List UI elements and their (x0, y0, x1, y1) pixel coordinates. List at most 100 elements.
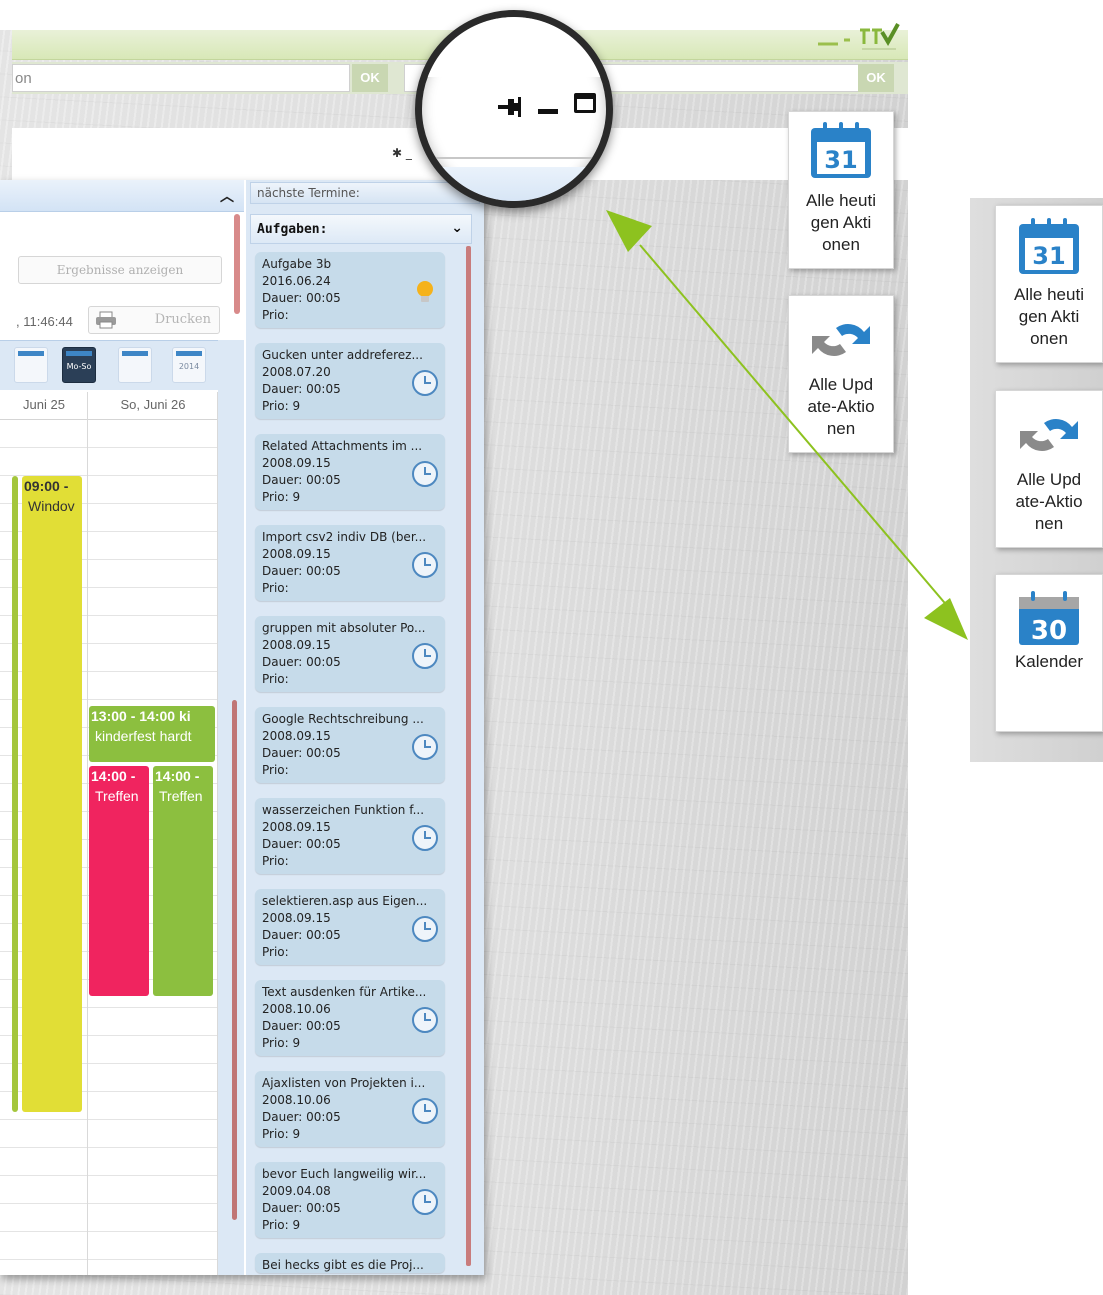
svg-text:30: 30 (1031, 616, 1067, 646)
task-title: selektieren.asp aus Eigen... (262, 894, 428, 908)
clock-icon (412, 916, 438, 942)
task-title: Ajaxlisten von Projekten i... (262, 1076, 426, 1090)
task-card[interactable]: gruppen mit absoluter Po... 2008.09.15 Dau… (255, 616, 445, 692)
clock-icon (412, 1098, 438, 1124)
task-card[interactable]: selektieren.asp aus Eigen... 2008.09.15 Da… (255, 889, 445, 965)
task-title: Bei hecks gibt es die Proj... (262, 1258, 424, 1272)
view-week-button[interactable]: Mo-So (62, 347, 96, 383)
calendar-scrollbar-track[interactable] (218, 340, 244, 1275)
view-year-button[interactable]: 2014 (172, 347, 206, 383)
tasks-header[interactable]: Aufgaben: ⌄ (250, 214, 472, 244)
tile-label: Alle heuti gen Akti onen (806, 191, 876, 254)
view-switcher: Mo-So 2014 (0, 340, 244, 390)
pin-icon[interactable] (498, 95, 522, 119)
task-title: Import csv2 indiv DB (ber... (262, 530, 427, 544)
tile-label: Alle heuti gen Akti onen (1014, 285, 1084, 348)
day-header-sat[interactable]: Juni 25 (0, 392, 88, 420)
logo-icon (818, 23, 900, 50)
task-prio: Prio: 9 (262, 1036, 301, 1050)
clock-icon (412, 734, 438, 760)
task-card[interactable]: bevor Euch langweilig wir... 2009.04.08 Da… (255, 1162, 445, 1238)
task-card[interactable]: Related Attachments im ... 2008.09.15 Daue… (255, 434, 445, 510)
task-prio: Prio: (262, 672, 289, 686)
tile-calendar[interactable]: 30 Kalender (995, 574, 1103, 732)
print-label: Drucken (154, 312, 211, 327)
view-day-button[interactable] (14, 347, 48, 383)
clock-icon (412, 1189, 438, 1215)
calendar-event[interactable]: 14:00 - Treffen (89, 766, 149, 996)
day-header-sun[interactable]: So, Juni 26 (88, 392, 218, 420)
clock-icon (412, 1007, 438, 1033)
calendar-window: ︿ Ergebnisse anzeigen , 11:46:44 Drucken… (0, 180, 484, 1275)
tile-todays-actions[interactable]: 31 Alle heuti gen Akti onen (995, 205, 1103, 363)
task-title: Aufgabe 3b (262, 257, 332, 271)
calendar-event[interactable]: 09:00 - Windov (22, 476, 82, 1112)
clock-icon (412, 825, 438, 851)
task-prio: Prio: 9 (262, 399, 301, 413)
minimize-icon[interactable] (538, 109, 558, 114)
clock-icon (412, 370, 438, 396)
sync-icon (812, 324, 870, 356)
tile-label: Kalender (1014, 652, 1084, 671)
svg-text:31: 31 (824, 146, 857, 174)
clock-icon (412, 461, 438, 487)
task-card[interactable]: Text ausdenken für Artike... 2008.10.06 Da… (255, 980, 445, 1056)
chevron-down-icon[interactable]: ⌄ (451, 220, 463, 236)
current-time: , 11:46:44 (16, 314, 73, 329)
calendar-event[interactable]: 14:00 - Treffen (153, 766, 213, 996)
arrow-head-icon (924, 598, 968, 640)
window-controls-small[interactable]: ✱ _ (392, 146, 412, 160)
task-prio: Prio: 9 (262, 1127, 301, 1141)
printer-icon (96, 311, 116, 329)
search-input[interactable]: on (12, 64, 350, 92)
calendar-main: ︿ Ergebnisse anzeigen , 11:46:44 Drucken… (0, 180, 244, 1275)
tile-label: Alle Upd ate-Aktio nen (1015, 470, 1083, 533)
show-results-button[interactable]: Ergebnisse anzeigen (18, 256, 222, 284)
task-title: Gucken unter addreferez... (262, 348, 423, 362)
task-title: Text ausdenken für Artike... (262, 985, 427, 999)
tile-todays-actions[interactable]: 31 Alle heuti gen Akti onen (788, 111, 894, 269)
task-title: bevor Euch langweilig wir... (262, 1167, 427, 1181)
task-title: Google Rechtschreibung ... (262, 712, 424, 726)
user-search-ok-button[interactable]: OK (858, 64, 894, 92)
tile-update-actions[interactable]: Alle Upd ate-Aktio nen (995, 390, 1103, 548)
view-month-button[interactable] (118, 347, 152, 383)
clock-icon (412, 552, 438, 578)
task-prio: Prio: (262, 854, 289, 868)
calendar-icon: 30 (1019, 591, 1079, 646)
search-ok-button[interactable]: OK (352, 64, 388, 92)
calendar-event[interactable]: 13:00 - 14:00 ki kinderfest hardt (89, 706, 215, 762)
task-prio: Prio: (262, 581, 289, 595)
calendar-scrollbar-thumb[interactable] (232, 700, 237, 1220)
side-panel: nächste Termine: Aufgaben: ⌄ Aufgabe 3b 2… (246, 180, 484, 1275)
task-prio: Prio: (262, 763, 289, 777)
magnifier-lens (415, 10, 613, 208)
lightbulb-icon (417, 281, 433, 302)
task-card[interactable]: Bei hecks gibt es die Proj... (255, 1253, 445, 1273)
tasks-title: Aufgaben: (257, 222, 328, 237)
calendar-icon: 31 (811, 122, 871, 178)
task-title: Related Attachments im ... (262, 439, 423, 453)
task-prio: Prio: (262, 308, 289, 322)
page: on OK OK ✱ _ ︿ Ergebnisse anzeigen , 11:… (0, 0, 1103, 1295)
calendar-top-scrollbar[interactable] (234, 214, 240, 314)
event-strip[interactable] (12, 476, 18, 1112)
svg-text:31: 31 (1032, 242, 1065, 270)
task-card[interactable]: Import csv2 indiv DB (ber... 2008.09.15 Da… (255, 525, 445, 601)
sync-icon (1020, 419, 1078, 451)
tile-label: Alle Upd ate-Aktio nen (807, 375, 875, 438)
tasks-scrollbar[interactable] (466, 246, 471, 1266)
task-card[interactable]: Ajaxlisten von Projekten i... 2008.10.06 D… (255, 1071, 445, 1147)
task-card[interactable]: Aufgabe 3b 2016.06.24 Dauer: 00:05 Prio: (255, 252, 445, 328)
task-card[interactable]: Google Rechtschreibung ... 2008.09.15 Daue… (255, 707, 445, 783)
collapse-chevron-icon[interactable]: ︿ (220, 186, 234, 206)
clock-icon (412, 643, 438, 669)
calendar-header: ︿ (0, 180, 244, 212)
task-title: wasserzeichen Funktion f... (262, 803, 425, 817)
tile-update-actions[interactable]: Alle Upd ate-Aktio nen (788, 295, 894, 453)
task-card[interactable]: Gucken unter addreferez... 2008.07.20 Daue… (255, 343, 445, 419)
task-prio: Prio: 9 (262, 490, 301, 504)
print-button[interactable]: Drucken (88, 306, 220, 334)
maximize-icon[interactable] (574, 93, 596, 113)
task-card[interactable]: wasserzeichen Funktion f... 2008.09.15 Dau… (255, 798, 445, 874)
